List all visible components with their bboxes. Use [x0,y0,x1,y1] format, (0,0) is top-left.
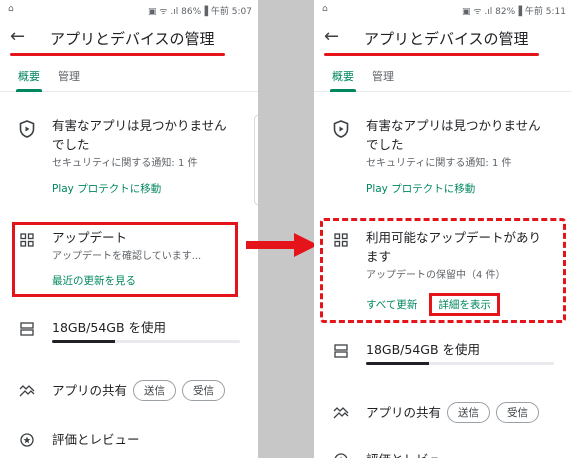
storage-label: 18GB/54GB を使用 [52,320,167,335]
receive-button[interactable]: 受信 [182,380,226,401]
status-indicators: ▣ ᯤ .ıl 82%▐ 午前 5:11 [461,7,566,17]
tab-manage[interactable]: 管理 [372,68,394,84]
storage-usage-bar [52,340,240,343]
share-apps-label: アプリの共有 [366,405,442,420]
reviews-label: 評価とレビュー [52,432,140,447]
notification-icon: ⌂ [8,4,14,14]
storage-icon [18,320,36,338]
tab-bar: 概要 管理 [0,66,258,92]
receive-button[interactable]: 受信 [496,402,540,423]
red-dashed-box-annotation [320,218,566,323]
page-title: アプリとデバイスの管理 [364,30,529,48]
divider-gap [246,0,318,458]
protect-subtitle: セキュリティに関する通知: 1 件 [52,158,198,169]
protect-title-line1: 有害なアプリは見つかりません [52,118,227,133]
app-bar: ← アプリとデバイスの管理 [0,22,258,56]
storage-icon [332,342,350,360]
red-box-annotation [12,222,238,297]
protect-title-line2: でした [366,137,404,152]
red-arrow-icon [246,233,318,257]
play-protect-link[interactable]: Play プロテクトに移動 [52,181,161,196]
tab-overview[interactable]: 概要 [18,68,40,84]
red-underline-annotation [10,53,225,56]
share-apps-label: アプリの共有 [52,383,128,398]
back-arrow-icon[interactable]: ← [324,26,339,47]
play-protect-shield-icon [332,120,350,138]
play-protect-link[interactable]: Play プロテクトに移動 [366,181,475,196]
storage-usage-bar [366,362,554,365]
tab-overview[interactable]: 概要 [332,68,354,84]
right-screenshot: ⌂ ▣ ᯤ .ıl 82%▐ 午前 5:11 ← アプリとデバイスの管理 概要 … [314,0,572,458]
reviews-label: 評価とレビュー [366,450,564,458]
send-button[interactable]: 送信 [447,402,491,423]
notification-icon: ⌂ [322,4,328,14]
left-screenshot: ⌂ ▣ ᯤ .ıl 86%▐ 午前 5:07 ← アプリとデバイスの管理 概要 … [0,0,258,458]
protect-title-line1: 有害なアプリは見つかりません [366,118,541,133]
tab-bar: 概要 管理 [314,66,572,92]
status-indicators: ▣ ᯤ .ıl 86%▐ 午前 5:07 [147,7,252,17]
page-title: アプリとデバイスの管理 [50,30,215,48]
status-bar: ⌂ ▣ ᯤ .ıl 86%▐ 午前 5:07 [0,0,258,20]
active-tab-indicator [16,89,42,92]
share-apps-icon [18,382,36,400]
storage-usage-fill [52,340,115,343]
storage-usage-fill [366,362,429,365]
star-circle-icon [18,431,36,449]
protect-subtitle: セキュリティに関する通知: 1 件 [366,158,512,169]
tab-manage[interactable]: 管理 [58,68,80,84]
protect-title-line2: でした [52,137,90,152]
share-apps-icon [332,404,350,422]
play-protect-shield-icon [18,120,36,138]
active-tab-indicator [330,89,356,92]
storage-label: 18GB/54GB を使用 [366,342,481,357]
back-arrow-icon[interactable]: ← [10,26,25,47]
status-bar: ⌂ ▣ ᯤ .ıl 82%▐ 午前 5:11 [314,0,572,20]
red-underline-annotation [324,53,539,56]
star-circle-icon [332,451,350,458]
app-bar: ← アプリとデバイスの管理 [314,22,572,56]
send-button[interactable]: 送信 [133,380,177,401]
